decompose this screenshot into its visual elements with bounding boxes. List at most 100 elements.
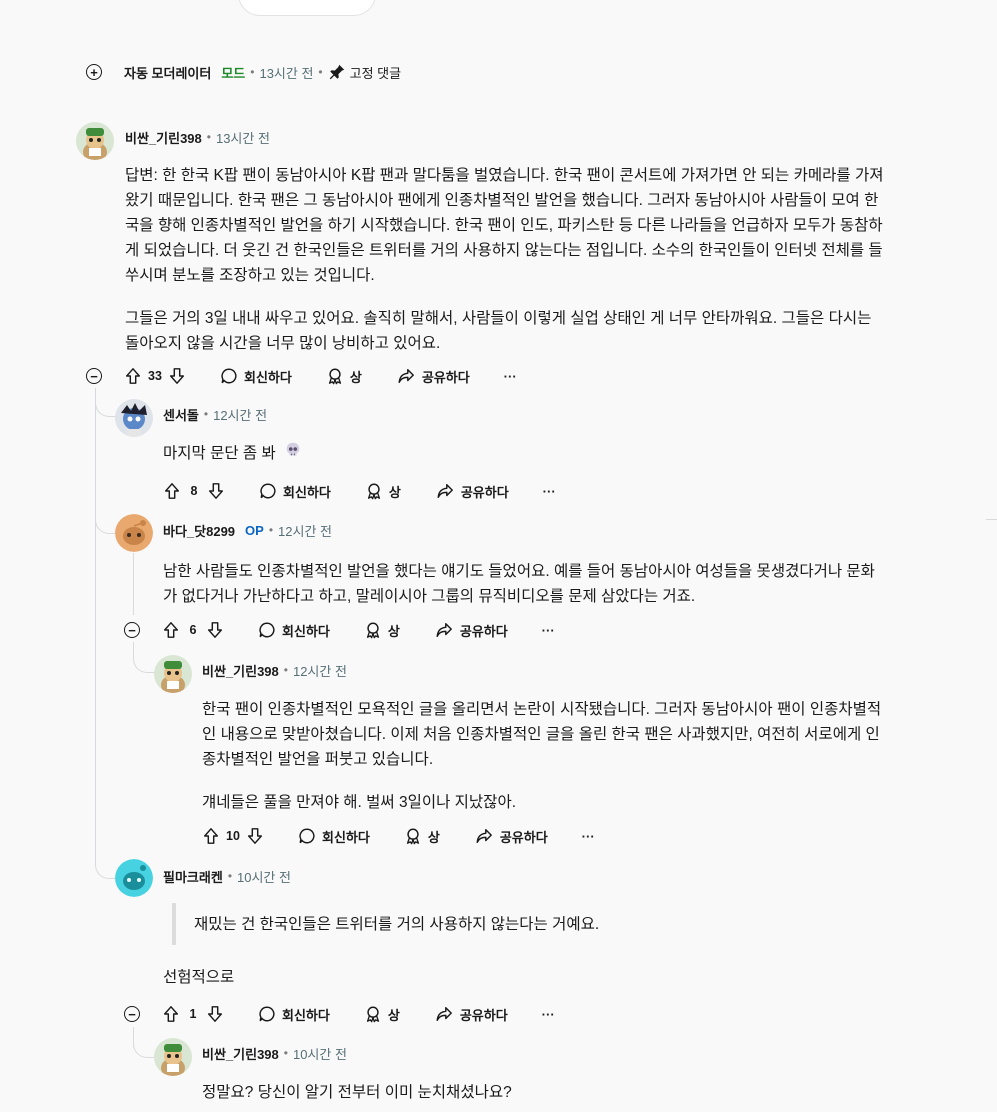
expand-icon[interactable]: + bbox=[86, 64, 102, 80]
comment-line: 종차별적인 발언을 퍼붓고 있습니다. bbox=[202, 751, 434, 768]
share-icon bbox=[434, 621, 454, 639]
vote-control: 8 bbox=[163, 482, 225, 500]
downvote-icon[interactable] bbox=[246, 827, 264, 845]
share-button[interactable]: 공유하다 bbox=[474, 827, 548, 846]
upvote-icon[interactable] bbox=[124, 367, 142, 385]
comment-time: 12시간 전 bbox=[278, 523, 332, 539]
reply-button[interactable]: 회신하다 bbox=[258, 621, 330, 640]
comment-header: 비싼_기린398 • 10시간 전 bbox=[202, 1043, 347, 1063]
avatar[interactable] bbox=[115, 399, 153, 437]
share-button[interactable]: 공유하다 bbox=[396, 367, 470, 386]
automod-comment-header: + 자동 모더레이터 모드 • 13시간 전 • 고정 댓글 bbox=[86, 60, 401, 84]
award-button[interactable]: 상 bbox=[365, 482, 401, 501]
thread-line bbox=[95, 388, 96, 858]
comment-line: 그들은 거의 3일 내내 싸우고 있어요. 솔직히 말해서, 사람들이 이렇게 … bbox=[125, 310, 872, 327]
comment-body: 선험적으로 bbox=[163, 965, 234, 990]
award-icon bbox=[326, 367, 344, 385]
separator-dot: • bbox=[203, 407, 209, 421]
more-options-button[interactable]: ··· bbox=[543, 484, 556, 499]
vote-control: 1 bbox=[162, 1005, 224, 1023]
more-icon: ··· bbox=[542, 483, 556, 499]
comment-actions: − 6 회신하다 상 공유하다 ··· bbox=[124, 618, 555, 642]
downvote-icon[interactable] bbox=[206, 1005, 224, 1023]
comment-author[interactable]: 바다_닷8299 bbox=[163, 521, 235, 540]
share-label: 공유하다 bbox=[459, 623, 508, 639]
vote-control: 6 bbox=[162, 621, 224, 639]
comment-author[interactable]: 자동 모더레이터 bbox=[124, 63, 211, 82]
comment-bubble-icon bbox=[259, 482, 277, 500]
comment-line: 왔기 때문입니다. 한국 팬은 그 동남아시아 팬에게 인종차별적인 발언을 했… bbox=[125, 192, 879, 209]
upvote-icon[interactable] bbox=[163, 482, 181, 500]
award-button[interactable]: 상 bbox=[326, 367, 362, 386]
skull-icon bbox=[284, 441, 302, 467]
reply-button[interactable]: 회신하다 bbox=[298, 827, 370, 846]
more-icon: ··· bbox=[541, 622, 555, 638]
share-label: 공유하다 bbox=[499, 829, 548, 845]
award-icon bbox=[364, 621, 382, 639]
share-button[interactable]: 공유하다 bbox=[434, 621, 508, 640]
comment-time: 12시간 전 bbox=[292, 663, 347, 679]
comment-author[interactable]: 비싼_기린398 bbox=[202, 661, 279, 680]
vote-count: 10 bbox=[226, 829, 240, 843]
downvote-icon[interactable] bbox=[168, 367, 186, 385]
avatar[interactable] bbox=[154, 1038, 192, 1076]
comment-bubble-icon bbox=[220, 367, 238, 385]
avatar[interactable] bbox=[76, 122, 114, 160]
award-label: 상 bbox=[427, 829, 440, 845]
downvote-icon[interactable] bbox=[207, 482, 225, 500]
divider bbox=[986, 519, 997, 520]
more-icon: ··· bbox=[581, 828, 595, 844]
collapse-icon[interactable]: − bbox=[124, 1006, 140, 1022]
more-icon: ··· bbox=[503, 368, 517, 384]
comment-line: 게 되었습니다. 더 웃긴 건 한국인들은 트위터를 거의 사용하지 않는다는 … bbox=[125, 242, 883, 259]
more-options-button[interactable]: ··· bbox=[504, 369, 517, 384]
blockquote: 재밌는 건 한국인들은 트위터를 거의 사용하지 않는다는 거예요. bbox=[172, 903, 894, 945]
award-button[interactable]: 상 bbox=[404, 827, 440, 846]
comment-line: 국을 향해 인종차별적인 발언을 하기 시작했습니다. 한국 팬이 인도, 파키… bbox=[125, 217, 883, 234]
comment-body: 마지막 문단 좀 봐 bbox=[163, 441, 302, 467]
comment-body: 답변: 한 한국 K팝 팬이 동남아시아 K팝 팬과 말다툼을 벌였습니다. 한… bbox=[125, 163, 965, 356]
reply-label: 회신하다 bbox=[244, 369, 292, 385]
avatar[interactable] bbox=[154, 655, 192, 693]
comment-author[interactable]: 비싼_기린398 bbox=[125, 128, 202, 147]
more-options-button[interactable]: ··· bbox=[542, 1007, 555, 1022]
downvote-icon[interactable] bbox=[206, 621, 224, 639]
pin-icon bbox=[328, 63, 346, 81]
comment-actions: − 33 회신하다 상 공유하다 ··· bbox=[86, 364, 517, 388]
upvote-icon[interactable] bbox=[162, 1005, 180, 1023]
pinned-label: 고정 댓글 bbox=[349, 65, 402, 81]
award-icon bbox=[404, 827, 422, 845]
comment-author[interactable]: 비싼_기린398 bbox=[202, 1044, 279, 1063]
more-options-button[interactable]: ··· bbox=[582, 829, 595, 844]
comment-header: 센서돌 • 12시간 전 bbox=[163, 404, 267, 424]
reply-button[interactable]: 회신하다 bbox=[220, 367, 292, 386]
avatar[interactable] bbox=[115, 514, 153, 552]
collapse-icon[interactable]: − bbox=[86, 368, 102, 384]
award-icon bbox=[364, 1005, 382, 1023]
comment-line: 인 내용으로 맞받아쳤습니다. 이제 처음 인종차별적인 글을 올린 한국 팬은… bbox=[202, 726, 880, 743]
comment-time: 13시간 전 bbox=[259, 65, 314, 81]
separator-dot: • bbox=[283, 663, 288, 677]
award-button[interactable]: 상 bbox=[364, 1005, 400, 1024]
comment-actions: 8 회신하다 상 공유하다 ··· bbox=[163, 479, 556, 503]
collapse-icon[interactable]: − bbox=[124, 622, 140, 638]
separator-dot: • bbox=[283, 1046, 288, 1060]
separator-dot: • bbox=[227, 869, 233, 883]
more-options-button[interactable]: ··· bbox=[542, 623, 555, 638]
share-button[interactable]: 공유하다 bbox=[435, 482, 509, 501]
reply-button[interactable]: 회신하다 bbox=[259, 482, 331, 501]
award-label: 상 bbox=[388, 484, 401, 500]
share-label: 공유하다 bbox=[421, 369, 470, 385]
comment-author[interactable]: 필마크래켄 bbox=[163, 867, 223, 886]
separator-dot: • bbox=[318, 65, 323, 79]
share-icon bbox=[435, 482, 455, 500]
upvote-icon[interactable] bbox=[162, 621, 180, 639]
comment-author[interactable]: 센서돌 bbox=[163, 405, 199, 424]
award-button[interactable]: 상 bbox=[364, 621, 400, 640]
upvote-icon[interactable] bbox=[202, 827, 220, 845]
avatar[interactable] bbox=[115, 859, 153, 897]
reply-button[interactable]: 회신하다 bbox=[258, 1005, 330, 1024]
share-button[interactable]: 공유하다 bbox=[434, 1005, 508, 1024]
mod-badge: 모드 bbox=[221, 65, 246, 81]
comment-actions: − 1 회신하다 상 공유하다 ··· bbox=[124, 1002, 555, 1026]
